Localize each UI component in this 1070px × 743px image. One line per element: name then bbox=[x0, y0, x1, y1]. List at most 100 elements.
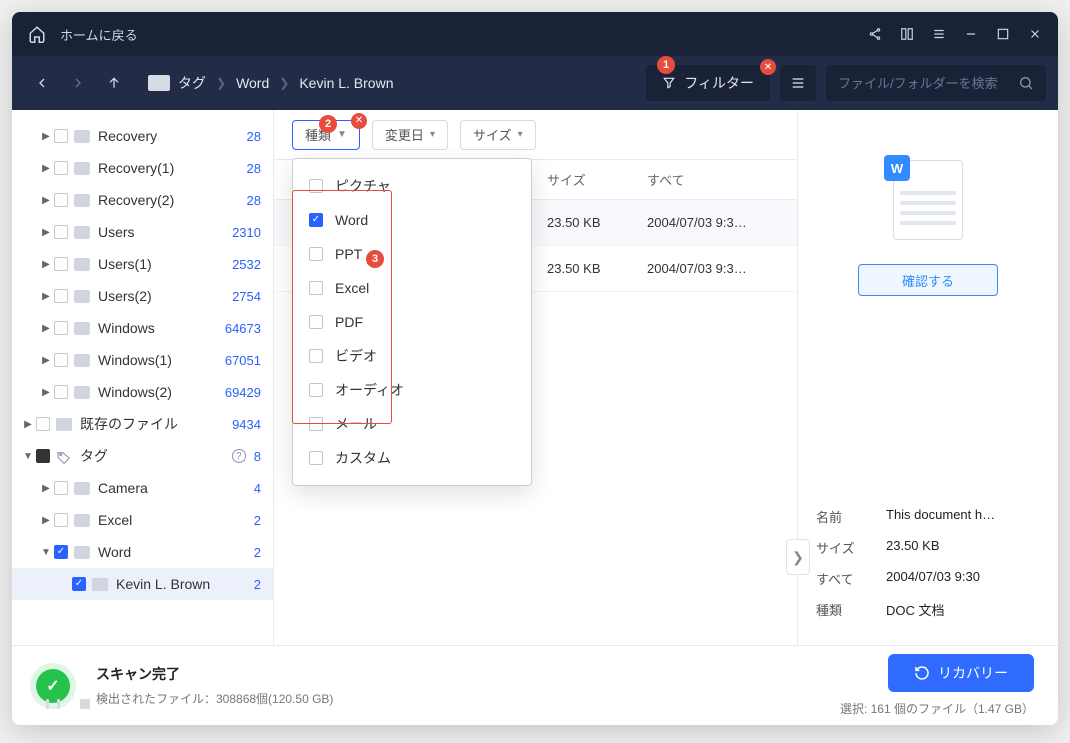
checkbox[interactable] bbox=[54, 129, 68, 143]
sidebar-item[interactable]: ▼Word2 bbox=[12, 536, 273, 568]
checkbox[interactable] bbox=[36, 449, 50, 463]
search-box[interactable] bbox=[826, 65, 1046, 101]
nav-back-icon[interactable] bbox=[34, 75, 50, 91]
layout-icon[interactable] bbox=[900, 27, 914, 41]
sidebar-item[interactable]: ▶Recovery28 bbox=[12, 120, 273, 152]
breadcrumb-root[interactable]: タグ bbox=[178, 73, 206, 93]
sidebar-item[interactable]: ▶既存のファイル9434 bbox=[12, 408, 273, 440]
checkbox[interactable] bbox=[54, 161, 68, 175]
checkbox[interactable] bbox=[309, 349, 323, 363]
expand-arrow-icon[interactable]: ▶ bbox=[38, 259, 54, 270]
sidebar-item[interactable]: ▶Windows64673 bbox=[12, 312, 273, 344]
menu-icon[interactable] bbox=[932, 27, 946, 41]
checkbox[interactable] bbox=[54, 321, 68, 335]
sidebar-item[interactable]: ▶Users2310 bbox=[12, 216, 273, 248]
type-option[interactable]: ピクチャ bbox=[293, 169, 531, 203]
filter-size-button[interactable]: サイズ▾ bbox=[460, 120, 536, 150]
playback-controls[interactable] bbox=[46, 699, 90, 717]
expand-arrow-icon[interactable]: ▶ bbox=[38, 323, 54, 334]
sidebar-item[interactable]: ▶Camera4 bbox=[12, 472, 273, 504]
expand-arrow-icon[interactable]: ▶ bbox=[38, 195, 54, 206]
checkbox[interactable] bbox=[309, 315, 323, 329]
expand-arrow-icon[interactable]: ▼ bbox=[20, 451, 36, 462]
search-input[interactable] bbox=[838, 76, 1018, 91]
home-icon[interactable] bbox=[28, 25, 46, 43]
checkbox[interactable] bbox=[309, 383, 323, 397]
minimize-icon[interactable] bbox=[964, 27, 978, 41]
col-size[interactable]: サイズ bbox=[547, 170, 647, 189]
sidebar-item[interactable]: ▶Recovery(2)28 bbox=[12, 184, 273, 216]
meta-key: 名前 bbox=[816, 507, 886, 526]
type-option[interactable]: ビデオ bbox=[293, 339, 531, 373]
sidebar-item[interactable]: ▶Windows(1)67051 bbox=[12, 344, 273, 376]
sidebar-item[interactable]: ▶Excel2 bbox=[12, 504, 273, 536]
share-icon[interactable] bbox=[868, 27, 882, 41]
checkbox[interactable] bbox=[309, 179, 323, 193]
view-list-button[interactable] bbox=[780, 65, 816, 101]
checkbox[interactable] bbox=[54, 481, 68, 495]
expand-arrow-icon[interactable]: ▶ bbox=[38, 387, 54, 398]
filter-type-clear-badge[interactable]: ✕ bbox=[351, 113, 367, 129]
folder-icon bbox=[74, 194, 90, 207]
help-icon[interactable]: ? bbox=[232, 449, 246, 463]
sidebar-item-count: 2310 bbox=[232, 225, 261, 240]
checkbox[interactable] bbox=[54, 225, 68, 239]
checkbox[interactable] bbox=[309, 213, 323, 227]
filter-type-button[interactable]: 種類▼ ✕ bbox=[292, 120, 360, 150]
type-option[interactable]: PDF bbox=[293, 305, 531, 339]
checkbox[interactable] bbox=[309, 247, 323, 261]
breadcrumb-item[interactable]: Word bbox=[236, 75, 269, 91]
checkbox[interactable] bbox=[54, 353, 68, 367]
type-option[interactable]: Word bbox=[293, 203, 531, 237]
sidebar-item[interactable]: ▶Users(2)2754 bbox=[12, 280, 273, 312]
filter-clear-badge[interactable]: ✕ bbox=[760, 59, 776, 75]
expand-arrow-icon[interactable]: ▶ bbox=[38, 131, 54, 142]
home-link[interactable]: ホームに戻る bbox=[60, 25, 138, 44]
folder-icon bbox=[74, 386, 90, 399]
folder-icon bbox=[74, 130, 90, 143]
expand-arrow-icon[interactable]: ▶ bbox=[38, 291, 54, 302]
close-icon[interactable] bbox=[1028, 27, 1042, 41]
confirm-button[interactable]: 確認する bbox=[858, 264, 998, 296]
filter-button[interactable]: フィルター ✕ bbox=[646, 65, 770, 101]
checkbox[interactable] bbox=[54, 385, 68, 399]
type-option[interactable]: カスタム bbox=[293, 441, 531, 475]
nav-up-icon[interactable] bbox=[106, 75, 122, 91]
type-option[interactable]: オーディオ bbox=[293, 373, 531, 407]
col-all[interactable]: すべて bbox=[647, 170, 797, 189]
sidebar-item-count: 2754 bbox=[232, 289, 261, 304]
breadcrumb-item[interactable]: Kevin L. Brown bbox=[299, 75, 393, 91]
checkbox[interactable] bbox=[54, 545, 68, 559]
checkbox[interactable] bbox=[54, 289, 68, 303]
search-icon bbox=[1018, 75, 1034, 91]
type-option[interactable]: メール bbox=[293, 407, 531, 441]
checkbox[interactable] bbox=[309, 451, 323, 465]
meta-row: 名前This document h… bbox=[816, 501, 1040, 532]
sidebar-item[interactable]: ▼タグ?8 bbox=[12, 440, 273, 472]
expand-arrow-icon[interactable]: ▶ bbox=[20, 419, 36, 430]
expand-arrow-icon[interactable]: ▶ bbox=[38, 227, 54, 238]
recover-button[interactable]: リカバリー bbox=[888, 654, 1034, 692]
expand-arrow-icon[interactable]: ▶ bbox=[38, 163, 54, 174]
checkbox[interactable] bbox=[54, 257, 68, 271]
panel-collapse-handle[interactable]: ❯ bbox=[786, 539, 810, 575]
filter-date-button[interactable]: 変更日▾ bbox=[372, 120, 448, 150]
expand-arrow-icon[interactable]: ▶ bbox=[38, 515, 54, 526]
sidebar-item[interactable]: Kevin L. Brown2 bbox=[12, 568, 273, 600]
checkbox[interactable] bbox=[72, 577, 86, 591]
sidebar-item[interactable]: ▶Windows(2)69429 bbox=[12, 376, 273, 408]
expand-arrow-icon[interactable]: ▼ bbox=[38, 547, 54, 558]
meta-value: This document h… bbox=[886, 507, 1040, 526]
checkbox[interactable] bbox=[36, 417, 50, 431]
checkbox[interactable] bbox=[54, 193, 68, 207]
expand-arrow-icon[interactable]: ▶ bbox=[38, 483, 54, 494]
checkbox[interactable] bbox=[54, 513, 68, 527]
sidebar-item[interactable]: ▶Recovery(1)28 bbox=[12, 152, 273, 184]
checkbox[interactable] bbox=[309, 281, 323, 295]
type-option[interactable]: Excel bbox=[293, 271, 531, 305]
expand-arrow-icon[interactable]: ▶ bbox=[38, 355, 54, 366]
sidebar-item[interactable]: ▶Users(1)2532 bbox=[12, 248, 273, 280]
maximize-icon[interactable] bbox=[996, 27, 1010, 41]
checkbox[interactable] bbox=[309, 417, 323, 431]
type-option[interactable]: PPT bbox=[293, 237, 531, 271]
